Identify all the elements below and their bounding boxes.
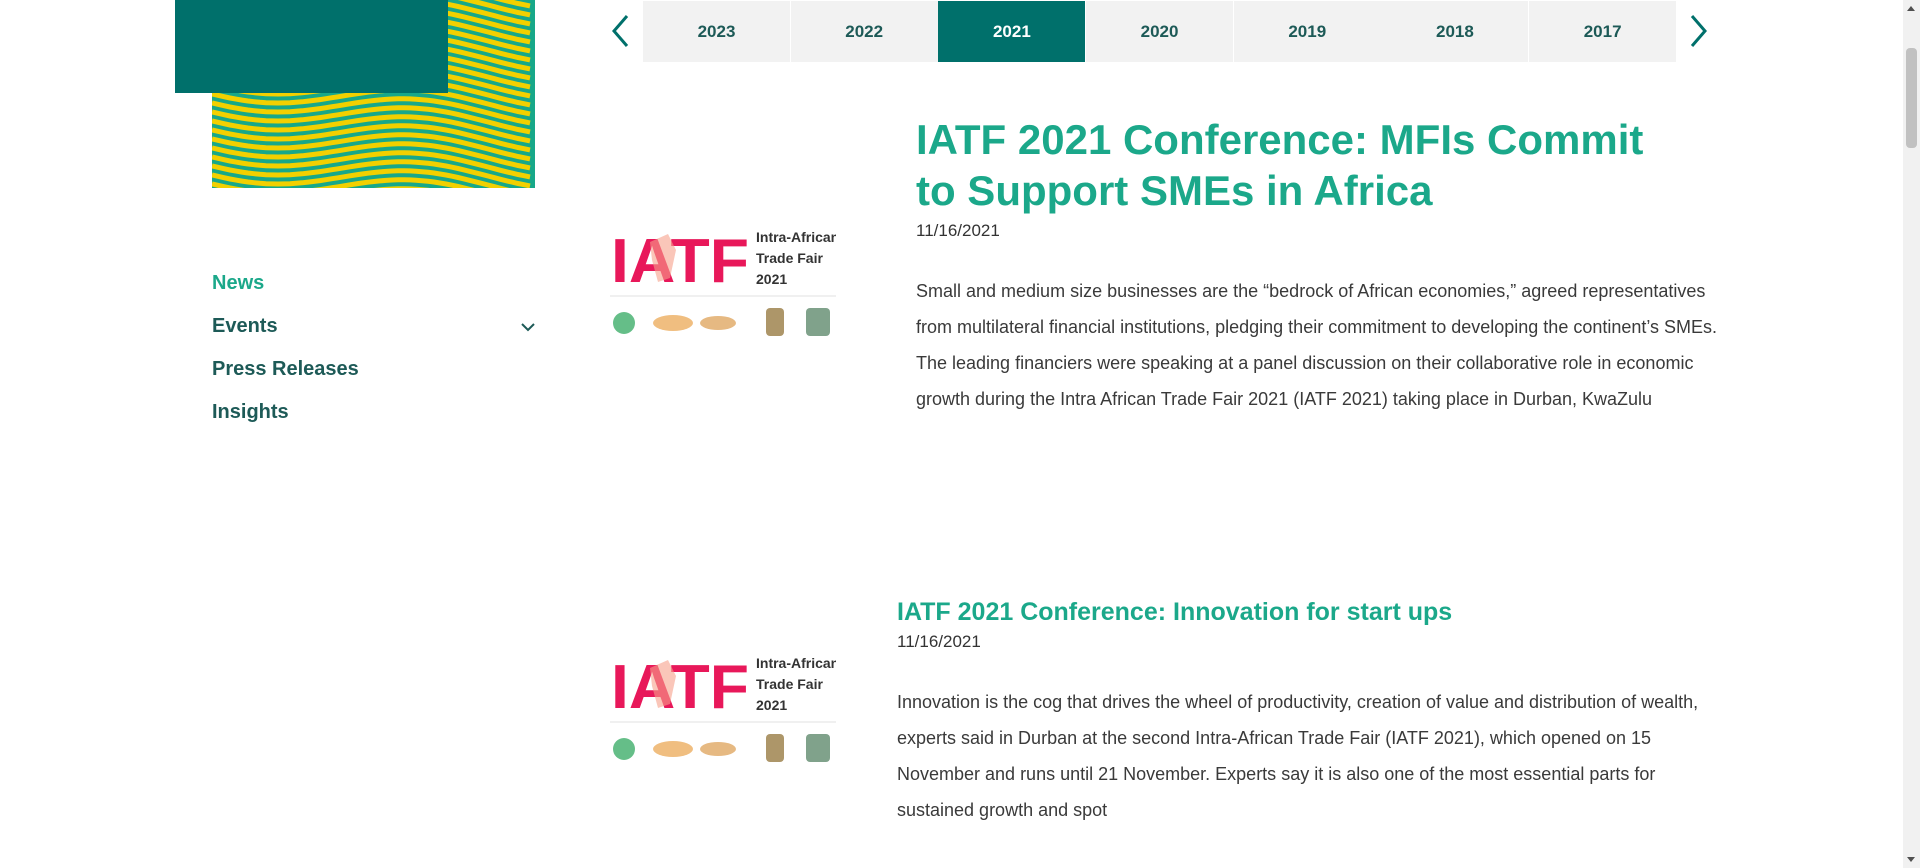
- tab-year-2018[interactable]: 2018: [1381, 1, 1529, 62]
- scrollbar-thumb[interactable]: [1906, 48, 1917, 148]
- scroll-up-icon[interactable]: [1907, 6, 1915, 11]
- sidebar-item-label: Press Releases: [212, 358, 359, 380]
- tab-year-2020[interactable]: 2020: [1086, 1, 1234, 62]
- page: News Events Press Releases Insights 2023…: [0, 0, 1920, 868]
- sidebar-item-insights[interactable]: Insights: [212, 391, 538, 434]
- article-date: 11/16/2021: [897, 632, 981, 651]
- tab-year-2023[interactable]: 2023: [643, 1, 790, 62]
- tab-year-2021[interactable]: 2021: [938, 1, 1086, 62]
- svg-text:IATF: IATF: [611, 653, 749, 722]
- sidebar-item-label: Events: [212, 315, 278, 337]
- year-filter: 2023 2022 2021 2020 2019 2018 2017: [600, 0, 1720, 63]
- sidebar-item-news[interactable]: News: [212, 262, 538, 305]
- tab-year-2017[interactable]: 2017: [1529, 1, 1677, 62]
- banner-teal-block: [175, 0, 448, 93]
- tab-year-2022[interactable]: 2022: [790, 1, 938, 62]
- tab-year-2019[interactable]: 2019: [1233, 1, 1381, 62]
- year-tabs: 2023 2022 2021 2020 2019 2018 2017: [643, 1, 1677, 62]
- iatf-logo-image: IATF Intra-African Trade Fair 2021: [610, 227, 839, 336]
- svg-text:IATF: IATF: [611, 227, 749, 296]
- svg-text:Trade Fair: Trade Fair: [756, 250, 823, 266]
- sidebar-item-label: Insights: [212, 401, 289, 423]
- chevron-down-icon[interactable]: [518, 317, 538, 337]
- svg-text:Intra-African: Intra-African: [756, 229, 836, 245]
- article-thumbnail[interactable]: IATF Intra-African Trade Fair 2021: [610, 646, 839, 776]
- vertical-scrollbar[interactable]: [1903, 0, 1920, 868]
- svg-text:2021: 2021: [756, 697, 787, 713]
- article-excerpt: Innovation is the cog that drives the wh…: [897, 692, 1699, 820]
- svg-text:Intra-African: Intra-African: [756, 655, 836, 671]
- scroll-down-icon[interactable]: [1907, 857, 1915, 862]
- iatf-logo-image: IATF Intra-African Trade Fair 2021: [610, 653, 839, 762]
- article-title[interactable]: IATF 2021 Conference: MFIs Commit to Sup…: [916, 114, 1676, 216]
- svg-text:2021: 2021: [756, 271, 787, 287]
- sidebar-item-events[interactable]: Events: [212, 305, 538, 348]
- chevron-left-icon[interactable]: [609, 12, 633, 50]
- sidebar-item-label: News: [212, 272, 265, 294]
- article-excerpt: Small and medium size businesses are the…: [916, 281, 1718, 409]
- chevron-right-icon[interactable]: [1686, 12, 1710, 50]
- article-date: 11/16/2021: [916, 221, 1000, 240]
- sidebar-nav: News Events Press Releases Insights: [212, 262, 538, 434]
- article-thumbnail[interactable]: IATF Intra-African Trade Fair 2021: [610, 220, 839, 350]
- sidebar-item-press-releases[interactable]: Press Releases: [212, 348, 538, 391]
- svg-text:Trade Fair: Trade Fair: [756, 676, 823, 692]
- article-title[interactable]: IATF 2021 Conference: Innovation for sta…: [897, 595, 1717, 629]
